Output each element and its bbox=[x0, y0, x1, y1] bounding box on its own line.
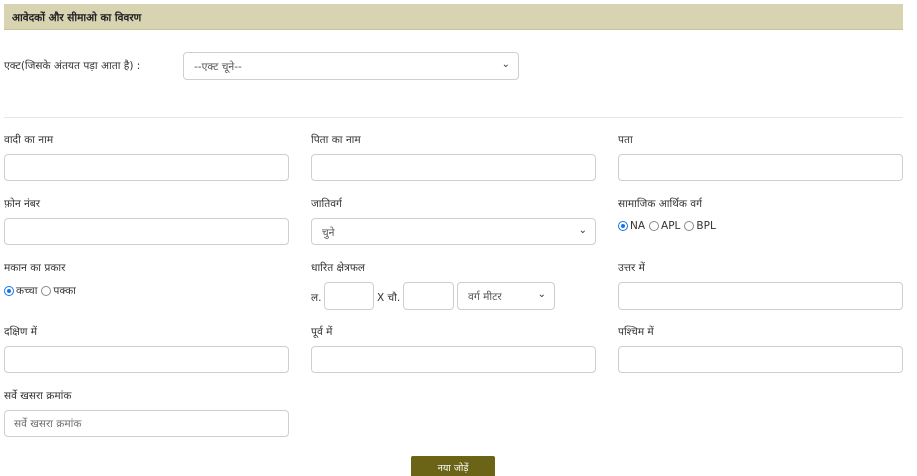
father-name-input[interactable] bbox=[311, 154, 596, 181]
socio-economic-radios: NA APL BPL bbox=[618, 220, 720, 232]
caste-select-value: चुने bbox=[322, 227, 335, 239]
west-input[interactable] bbox=[618, 346, 903, 373]
north-label: उत्तर में bbox=[618, 262, 645, 274]
phone-label: फ़ोन नंबर bbox=[4, 198, 41, 210]
north-input[interactable] bbox=[618, 282, 903, 310]
house-type-label: मकान का प्रकार bbox=[4, 262, 66, 274]
radio-apl-label: APL bbox=[661, 220, 681, 232]
length-input[interactable] bbox=[324, 282, 374, 310]
divider bbox=[4, 117, 903, 118]
south-label: दक्षिण में bbox=[4, 326, 38, 338]
radio-apl[interactable] bbox=[649, 221, 660, 231]
radio-bpl[interactable] bbox=[684, 221, 695, 231]
area-label: धारित क्षेत्रफल bbox=[311, 262, 366, 274]
father-name-label: पिता का नाम bbox=[311, 134, 361, 146]
radio-kachcha-label: कच्चा bbox=[16, 285, 38, 297]
east-input[interactable] bbox=[311, 346, 596, 373]
caste-select[interactable]: चुने ⌄ bbox=[311, 218, 596, 245]
phone-input[interactable] bbox=[4, 218, 289, 245]
unit-select-value: वर्ग मीटर bbox=[468, 291, 502, 303]
act-select[interactable]: --एक्ट चूने-- ⌄ bbox=[183, 52, 519, 80]
length-prefix: ल. bbox=[311, 292, 322, 304]
socio-economic-label: सामाजिक आर्थिक वर्ग bbox=[618, 198, 703, 210]
caste-label: जातिवर्ग bbox=[311, 198, 342, 210]
plaintiff-name-input[interactable] bbox=[4, 154, 289, 181]
act-label: एक्ट(जिसके अंतयत पड़ा आता है) : bbox=[4, 60, 141, 72]
chevron-down-icon: ⌄ bbox=[501, 59, 510, 70]
act-select-value: --एक्ट चूने-- bbox=[194, 61, 242, 73]
address-input[interactable] bbox=[618, 154, 903, 181]
east-label: पूर्व में bbox=[311, 326, 333, 338]
radio-bpl-label: BPL bbox=[696, 220, 716, 232]
width-prefix: X चौ. bbox=[377, 292, 401, 304]
add-new-button[interactable]: नया जोड़ें bbox=[411, 456, 495, 476]
house-type-radios: कच्चा पक्का bbox=[4, 284, 80, 298]
west-label: पश्चिम में bbox=[618, 326, 654, 338]
chevron-down-icon: ⌄ bbox=[578, 225, 587, 236]
plaintiff-name-label: वादी का नाम bbox=[4, 134, 54, 146]
section-header: आवेदकों और सीमाओ का विवरण bbox=[4, 4, 903, 30]
radio-na[interactable] bbox=[618, 221, 628, 231]
south-input[interactable] bbox=[4, 346, 289, 373]
survey-no-input[interactable] bbox=[4, 410, 289, 437]
address-label: पता bbox=[618, 134, 633, 146]
chevron-down-icon: ⌄ bbox=[537, 289, 546, 300]
survey-no-label: सर्वे खसरा क्रमांक bbox=[4, 390, 72, 402]
radio-pakka-label: पक्का bbox=[53, 285, 76, 297]
unit-select[interactable]: वर्ग मीटर ⌄ bbox=[457, 282, 555, 310]
radio-kachcha[interactable] bbox=[4, 286, 14, 296]
section-title: आवेदकों और सीमाओ का विवरण bbox=[12, 12, 142, 24]
radio-pakka[interactable] bbox=[41, 286, 52, 296]
radio-na-label: NA bbox=[630, 220, 646, 232]
width-input[interactable] bbox=[403, 282, 454, 310]
